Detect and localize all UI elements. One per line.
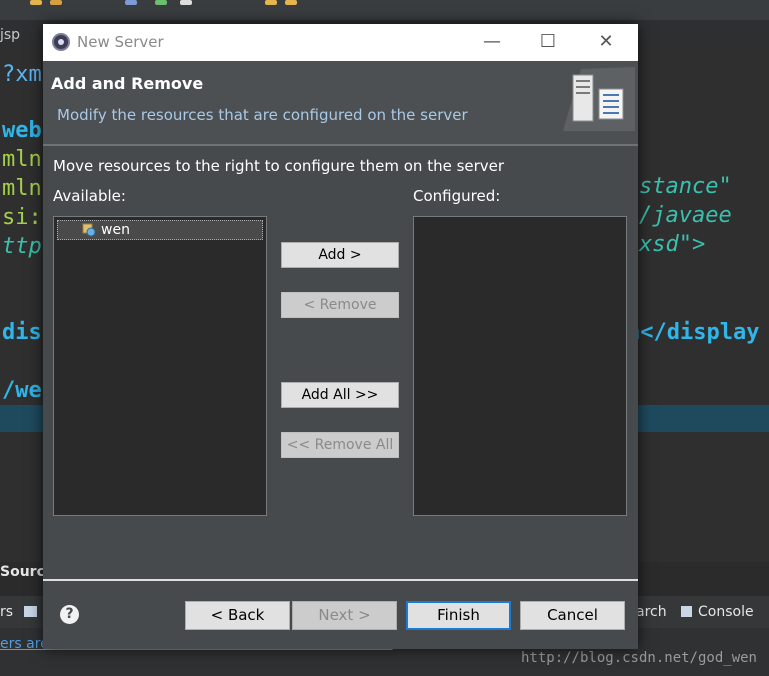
next-button[interactable]: Next >	[292, 601, 397, 630]
cancel-button[interactable]: Cancel	[520, 601, 625, 630]
code-line: stance"	[639, 174, 732, 199]
editor-tab-label: jsp	[0, 27, 21, 43]
search-tab[interactable]: arch	[636, 604, 667, 620]
header-divider	[43, 144, 638, 146]
toolbar-icon[interactable]	[180, 0, 192, 5]
toolbar-icon[interactable]	[155, 0, 167, 5]
close-button[interactable]: ✕	[584, 26, 628, 58]
toolbar-icon[interactable]	[30, 0, 42, 5]
eclipse-icon	[52, 33, 70, 51]
web-project-icon	[82, 223, 96, 237]
new-server-dialog: New Server — ☐ ✕ Add and Remove Modify t…	[43, 24, 638, 649]
servers-view-icon	[24, 606, 37, 617]
configured-list[interactable]	[413, 216, 627, 516]
server-wizard-icon	[563, 67, 635, 131]
available-list[interactable]: wen	[53, 216, 267, 516]
toolbar-icon[interactable]	[265, 0, 277, 5]
code-line: ?xm	[2, 62, 42, 87]
footer-divider	[43, 579, 638, 581]
servers-tab[interactable]: rs	[0, 604, 13, 620]
watermark: http://blog.csdn.net/god_wen	[520, 650, 757, 666]
list-item[interactable]: wen	[57, 220, 263, 240]
instructions-text: Move resources to the right to configure…	[53, 157, 505, 175]
configured-label: Configured:	[413, 187, 501, 205]
maximize-button[interactable]: ☐	[526, 26, 570, 58]
remove-all-button[interactable]: << Remove All	[281, 432, 399, 458]
back-button[interactable]: < Back	[185, 601, 290, 630]
help-icon[interactable]: ?	[60, 605, 79, 624]
console-tab[interactable]: Console	[698, 604, 754, 620]
code-line: /we	[2, 378, 42, 403]
toolbar-icon[interactable]	[285, 0, 297, 5]
finish-button[interactable]: Finish	[406, 601, 511, 630]
console-icon	[681, 606, 692, 617]
page-title: Add and Remove	[51, 74, 204, 93]
wizard-header: Add and Remove Modify the resources that…	[43, 61, 638, 144]
ide-toolbar	[0, 0, 769, 20]
dialog-title: New Server	[77, 33, 164, 51]
code-line: xsd">	[639, 232, 706, 257]
code-line: ttp	[2, 234, 42, 259]
page-description: Modify the resources that are configured…	[57, 106, 468, 124]
code-line: si:	[2, 205, 42, 230]
list-item-label: wen	[101, 222, 130, 238]
code-line: /javaee	[639, 203, 732, 228]
editor-tab[interactable]: jsp	[0, 20, 44, 51]
minimize-button[interactable]: —	[470, 26, 514, 58]
remove-button[interactable]: < Remove	[281, 292, 399, 318]
code-line: n</display	[627, 320, 760, 345]
dialog-titlebar[interactable]: New Server — ☐ ✕	[43, 24, 638, 61]
code-line: dis	[2, 320, 42, 345]
code-line: web	[2, 118, 42, 143]
toolbar-icon[interactable]	[125, 0, 137, 5]
toolbar-icon[interactable]	[50, 0, 62, 5]
add-button[interactable]: Add >	[281, 242, 399, 268]
available-label: Available:	[53, 187, 126, 205]
add-all-button[interactable]: Add All >>	[281, 382, 399, 408]
